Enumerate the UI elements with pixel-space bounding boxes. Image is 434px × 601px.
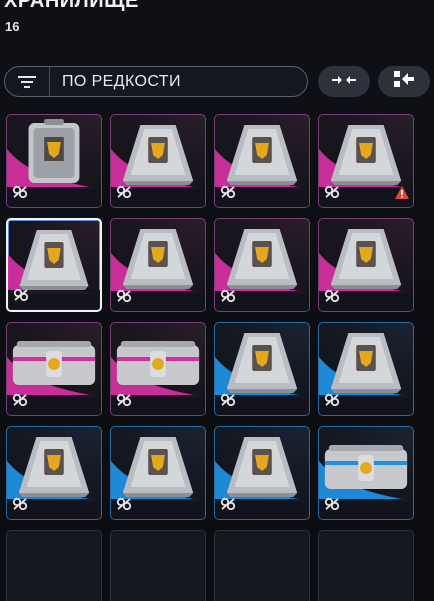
inventory-grid [6,114,414,601]
link-chain-icon [324,289,340,303]
link-chain-icon [116,497,132,511]
link-chain-icon [220,497,236,511]
collapse-arrows-icon [332,73,356,91]
inventory-item-slot[interactable] [110,322,206,416]
pyramid-container-image [7,437,101,501]
inventory-item-slot[interactable] [318,322,414,416]
pyramid-container-image [111,229,205,293]
collapse-button[interactable] [318,66,370,97]
warning-icon [395,186,409,199]
inventory-item-slot[interactable] [318,114,414,208]
page-title: ХРАНИЛИЩЕ [4,0,139,12]
sort-dropdown[interactable]: ПО РЕДКОСТИ [4,66,308,97]
inventory-item-slot[interactable] [110,426,206,520]
sort-label: ПО РЕДКОСТИ [62,72,181,90]
pyramid-container-image [319,125,413,189]
inventory-screen: ХРАНИЛИЩЕ 16 ПО РЕДКОСТИ [0,0,434,601]
empty-slot[interactable] [318,530,414,601]
crate-container-image [7,341,101,397]
link-chain-icon [220,185,236,199]
inventory-item-slot[interactable] [6,114,102,208]
pyramid-container-image [215,437,309,501]
link-chain-icon [12,393,28,407]
inventory-item-slot[interactable] [6,322,102,416]
pyramid-container-image [111,125,205,189]
link-chain-icon [116,289,132,303]
link-chain-icon [324,393,340,407]
inventory-item-slot[interactable] [214,426,310,520]
inventory-item-slot[interactable] [214,322,310,416]
link-chain-icon [116,185,132,199]
link-chain-icon [220,393,236,407]
inventory-item-slot[interactable] [110,114,206,208]
link-chain-icon [12,497,28,511]
inventory-item-slot[interactable] [110,218,206,312]
empty-slot[interactable] [214,530,310,601]
inventory-item-slot[interactable] [6,218,102,312]
transfer-button[interactable] [378,66,430,97]
link-chain-icon [116,393,132,407]
pyramid-container-image [215,229,309,293]
inventory-item-slot[interactable] [318,426,414,520]
empty-slot[interactable] [110,530,206,601]
pyramid-container-image [215,333,309,397]
inventory-item-slot[interactable] [214,114,310,208]
empty-slot[interactable] [6,530,102,601]
link-chain-icon [12,185,28,199]
box-container-image [7,119,101,189]
item-count: 16 [5,19,20,34]
link-chain-icon [220,289,236,303]
link-chain-icon [324,185,340,199]
crate-container-image [319,445,413,501]
link-chain-icon [324,497,340,511]
transfer-in-icon [393,70,415,93]
inventory-item-slot[interactable] [6,426,102,520]
pyramid-container-image [8,230,100,294]
pyramid-container-image [111,437,205,501]
crate-container-image [111,341,205,397]
sort-lines-icon [5,67,50,96]
pyramid-container-image [319,333,413,397]
pyramid-container-image [319,229,413,293]
pyramid-container-image [215,125,309,189]
inventory-item-slot[interactable] [214,218,310,312]
inventory-item-slot[interactable] [318,218,414,312]
link-chain-icon [13,288,29,302]
